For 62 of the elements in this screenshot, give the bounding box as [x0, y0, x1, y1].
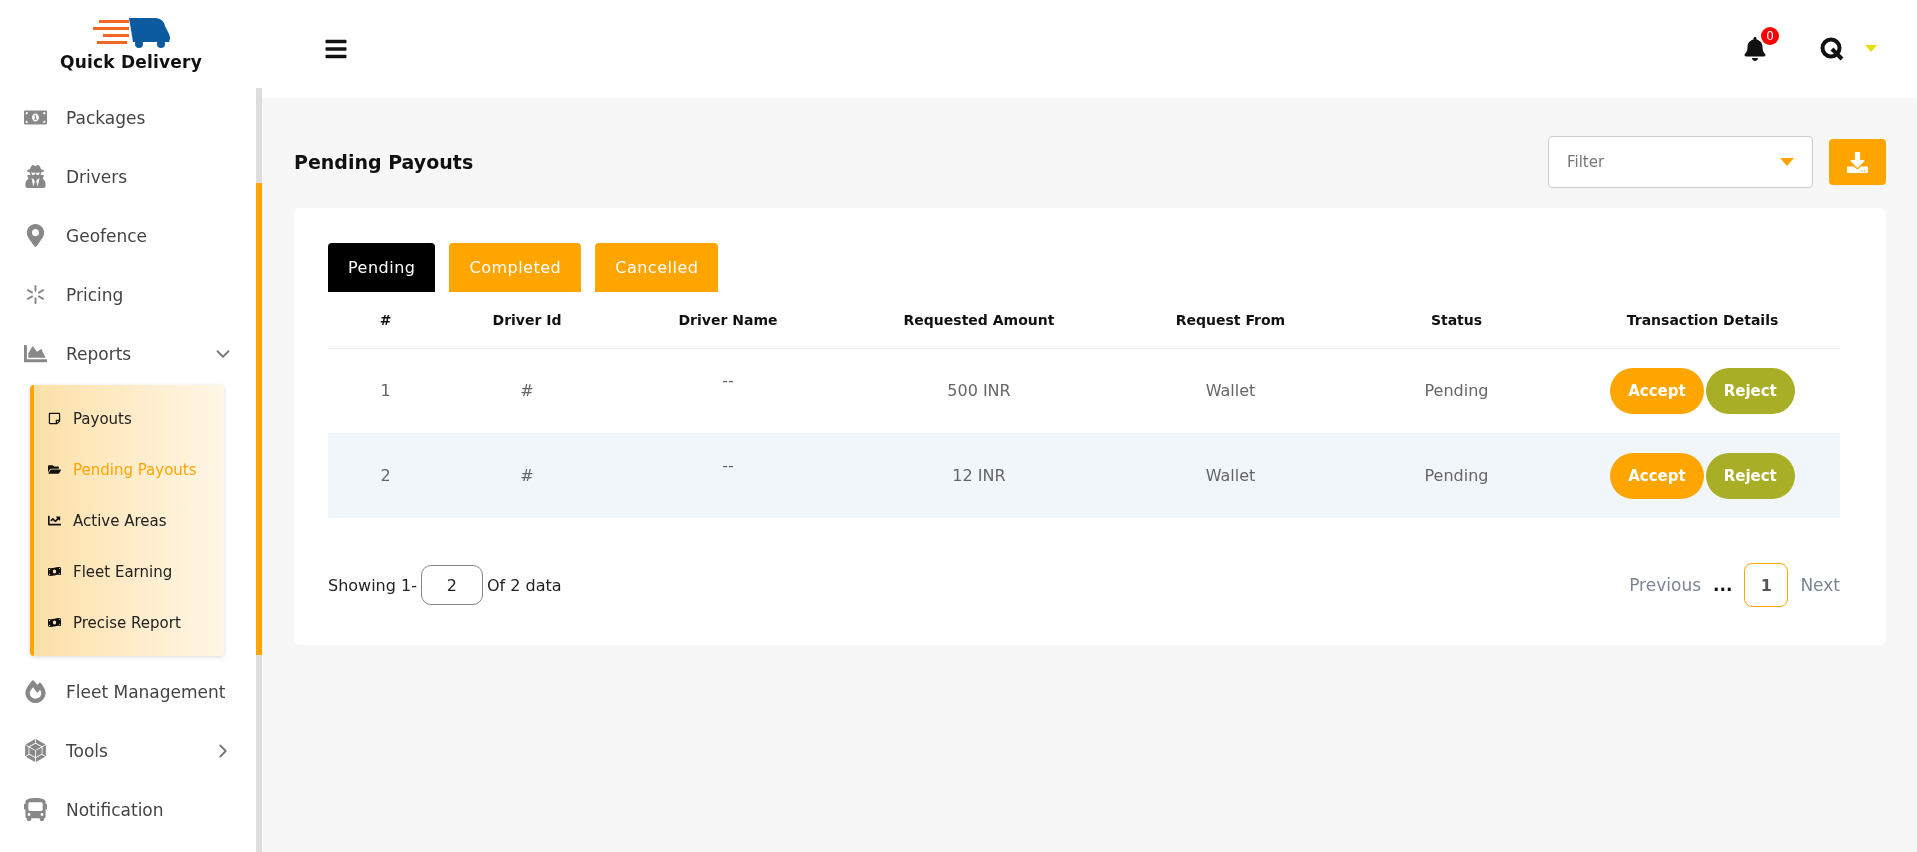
previous-link[interactable]: Previous — [1629, 575, 1701, 595]
table-cell: 1 — [328, 348, 443, 433]
table-cell: 2 — [328, 433, 443, 518]
table-cell: 500 INR — [845, 348, 1113, 433]
tab[interactable]: Pending — [328, 243, 436, 292]
filter-dropdown[interactable]: Filter — [1548, 136, 1813, 188]
table-cell: Pending — [1348, 433, 1565, 518]
spy-icon — [24, 165, 47, 188]
menu-icon[interactable] — [324, 37, 348, 61]
sidebar-item[interactable]: Packages — [0, 88, 254, 147]
caret-icon[interactable] — [1865, 45, 1877, 53]
flame-icon — [24, 680, 47, 703]
folder-icon — [48, 463, 61, 476]
caret-icon — [1780, 158, 1794, 166]
map-pin-icon — [24, 224, 47, 247]
download-icon — [1847, 151, 1868, 173]
sidebar-item[interactable]: Notification — [0, 780, 254, 839]
next-link[interactable]: Next — [1800, 575, 1840, 595]
sidebar-item[interactable]: Pricing — [0, 265, 254, 324]
notification-badge: 0 — [1761, 27, 1779, 45]
submenu-item[interactable]: Fleet Earning — [34, 546, 224, 597]
table-cell: Wallet — [1113, 348, 1348, 433]
table-cell: -- — [611, 433, 845, 518]
table-cell: # — [443, 348, 611, 433]
page-button[interactable]: 1 — [1744, 563, 1789, 607]
column-header: Request From — [1113, 292, 1348, 348]
total-label: Of 2 data — [486, 575, 562, 595]
column-header: Driver Id — [443, 292, 611, 348]
column-header: Requested Amount — [845, 292, 1113, 348]
page-title: Pending Payouts — [294, 151, 474, 173]
column-header: Transaction Details — [1565, 292, 1840, 348]
submenu-item[interactable]: Payouts — [34, 393, 224, 444]
sidebar-item[interactable]: Tools — [0, 721, 254, 780]
sidebar-item[interactable]: Reports — [0, 324, 254, 383]
column-header: # — [328, 292, 443, 348]
download-button[interactable] — [1829, 139, 1886, 185]
ellipsis: ... — [1713, 575, 1733, 595]
showing-label: Showing 1- — [328, 575, 417, 595]
submenu-item[interactable]: Active Areas — [34, 495, 224, 546]
table-cell: Wallet — [1113, 433, 1348, 518]
bus-icon — [24, 798, 47, 821]
scrollbar-thumb[interactable] — [256, 183, 262, 655]
column-header: Driver Name — [611, 292, 845, 348]
chart-icon — [48, 514, 61, 527]
area-chart-icon — [24, 342, 47, 365]
note-icon — [48, 412, 61, 425]
table-cell: 12 INR — [845, 433, 1113, 518]
logo-text: Quick Delivery — [60, 52, 202, 72]
sidebar-item[interactable]: Fleet Management — [0, 662, 254, 721]
avatar-logo-icon[interactable] — [1819, 36, 1845, 62]
table-cell: Pending — [1348, 348, 1565, 433]
sidebar-item[interactable]: Drivers — [0, 147, 254, 206]
table-cell: # — [443, 433, 611, 518]
money-icon — [48, 616, 61, 629]
submenu-item[interactable]: Precise Report — [34, 597, 224, 648]
money-icon — [48, 565, 61, 578]
table-cell: -- — [611, 348, 845, 433]
sidebar-item[interactable]: Geofence — [0, 206, 254, 265]
scrollbar[interactable] — [256, 88, 262, 852]
column-header: Status — [1348, 292, 1565, 348]
bell-icon[interactable] — [1743, 37, 1767, 61]
page-size-field[interactable]: 2 — [420, 565, 483, 605]
